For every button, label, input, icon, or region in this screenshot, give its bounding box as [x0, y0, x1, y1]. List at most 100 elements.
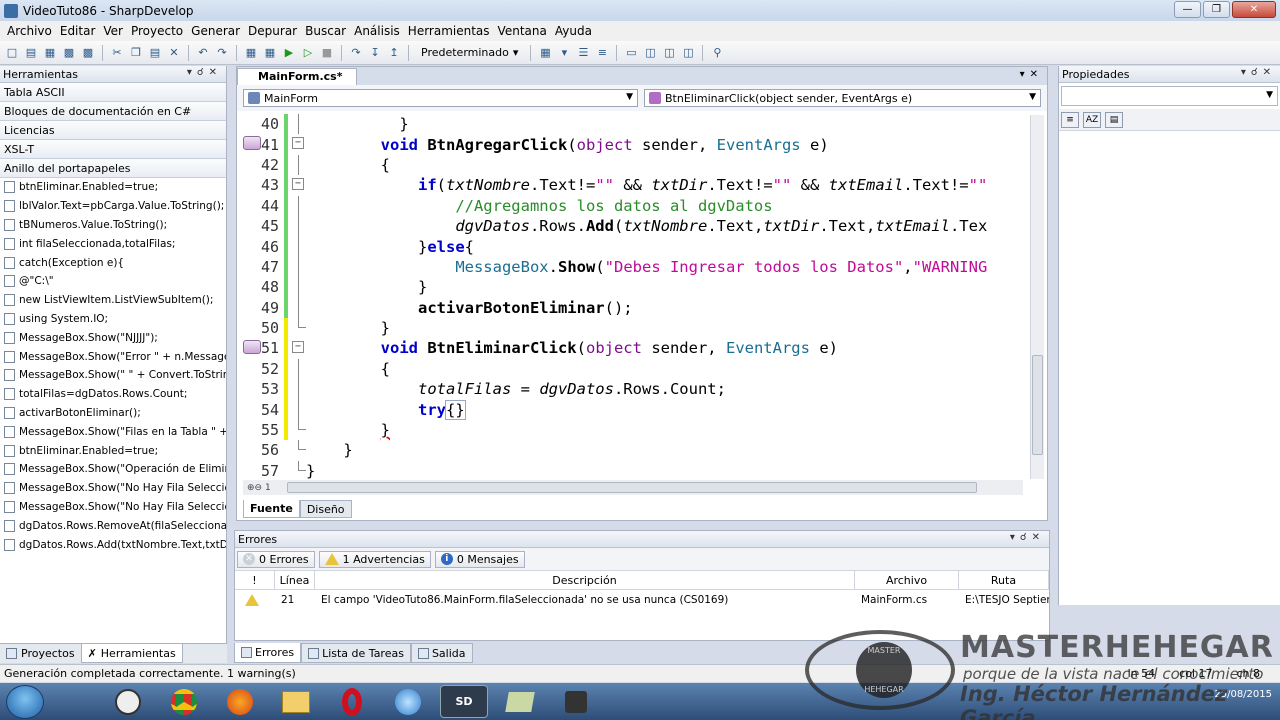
chevron-down-icon[interactable]: ▾	[556, 45, 572, 61]
run-icon[interactable]: ▶	[281, 45, 297, 61]
clipboard-item[interactable]: dgDatos.Rows.Add(txtNombre.Text,txtDir	[0, 535, 226, 554]
start-button[interactable]	[6, 684, 44, 719]
layout-icon[interactable]: ▦	[537, 45, 553, 61]
alphabetical-icon[interactable]: AZ	[1083, 111, 1101, 128]
window-layout-icon[interactable]: ◫	[680, 45, 696, 61]
new-file-icon[interactable]: □	[4, 45, 20, 61]
menu-editar[interactable]: Editar	[56, 24, 100, 38]
clipboard-item[interactable]: catch(Exception e){	[0, 253, 226, 272]
clipboard-item[interactable]: dgDatos.Rows.RemoveAt(filaSeleccionada	[0, 516, 226, 535]
indent-icon[interactable]: ≡	[594, 45, 610, 61]
tab-lista-de-tareas[interactable]: Lista de Tareas	[301, 643, 411, 663]
safari-icon[interactable]	[384, 685, 432, 718]
sharpdevelop-taskbar-button[interactable]: SD	[440, 685, 488, 718]
window-group-icon[interactable]: ◫	[661, 45, 677, 61]
filter-messages-button[interactable]: i0 Mensajes	[434, 550, 525, 568]
firefox-icon[interactable]	[216, 685, 264, 718]
save-all-icon[interactable]: ▩	[80, 45, 96, 61]
clipboard-item[interactable]: activarBotonEliminar();	[0, 404, 226, 423]
menu-generar[interactable]: Generar	[187, 24, 244, 38]
open-folder-icon[interactable]: ▤	[23, 45, 39, 61]
clipboard-item[interactable]: MessageBox.Show("No Hay Fila Seleccior	[0, 479, 226, 498]
menu-archivo[interactable]: Archivo	[3, 24, 56, 38]
clipboard-item[interactable]: new ListViewItem.ListViewSubItem();	[0, 291, 226, 310]
clipboard-item[interactable]: MessageBox.Show(" " + Convert.ToString	[0, 366, 226, 385]
document-controls[interactable]: ▾✕	[1020, 69, 1043, 80]
clipboard-item[interactable]: tBNumeros.Value.ToString();	[0, 216, 226, 235]
maximize-button[interactable]: ❐	[1203, 1, 1230, 18]
menu-proyecto[interactable]: Proyecto	[127, 24, 187, 38]
clipboard-item[interactable]: btnEliminar.Enabled=true;	[0, 178, 226, 197]
member-combo[interactable]: BtnEliminarClick(object sender, EventArg…	[644, 89, 1041, 107]
bookmark-icon[interactable]	[243, 340, 261, 355]
step-out-icon[interactable]: ↥	[386, 45, 402, 61]
menu-herramientas[interactable]: Herramientas	[404, 24, 494, 38]
clock-app-icon[interactable]	[104, 685, 152, 718]
build-icon[interactable]: ▦	[243, 45, 259, 61]
rebuild-icon[interactable]: ▦	[262, 45, 278, 61]
undo-icon[interactable]: ↶	[195, 45, 211, 61]
opera-icon[interactable]	[328, 685, 376, 718]
categorized-icon[interactable]: ≡	[1061, 111, 1079, 128]
tool-category[interactable]: Licencias	[0, 121, 226, 140]
paste-icon[interactable]: ▤	[147, 45, 163, 61]
zoom-control[interactable]: ⊕⊖ 1	[243, 483, 271, 493]
column-description[interactable]: Descripción	[315, 571, 855, 589]
stop-icon[interactable]: ■	[319, 45, 335, 61]
menu-depurar[interactable]: Depurar	[244, 24, 301, 38]
class-combo[interactable]: MainForm ▼	[243, 89, 638, 107]
minimize-button[interactable]: —	[1174, 1, 1201, 18]
window-icon[interactable]: ▭	[623, 45, 639, 61]
tab-mainform-cs[interactable]: MainForm.cs*	[237, 68, 358, 85]
filter-warnings-button[interactable]: 1 Advertencias	[318, 550, 431, 568]
clipboard-item[interactable]: int filaSeleccionada,totalFilas;	[0, 234, 226, 253]
clipboard-item[interactable]: using System.IO;	[0, 310, 226, 329]
panel-controls[interactable]: ▾☌✕	[1241, 67, 1276, 78]
property-pages-icon[interactable]: ▤	[1105, 111, 1123, 128]
tab-fuente[interactable]: Fuente	[243, 500, 300, 518]
redo-icon[interactable]: ↷	[214, 45, 230, 61]
find-icon[interactable]: ⚲	[709, 45, 725, 61]
menu-ayuda[interactable]: Ayuda	[551, 24, 596, 38]
run-without-debug-icon[interactable]: ▷	[300, 45, 316, 61]
code-area[interactable]: 40 } 41 − void BtnAgregarClick(object se…	[243, 114, 1023, 479]
column-path[interactable]: Ruta	[959, 571, 1049, 589]
scroll-thumb[interactable]	[287, 482, 977, 493]
clipboard-item[interactable]: totalFilas=dgDatos.Rows.Count;	[0, 385, 226, 404]
window-split-icon[interactable]: ◫	[642, 45, 658, 61]
menu-analisis[interactable]: Análisis	[350, 24, 404, 38]
clipboard-item[interactable]: MessageBox.Show("Filas en la Tabla " + t…	[0, 422, 226, 441]
object-selector[interactable]: ▼	[1061, 86, 1278, 106]
tool-category[interactable]: Anillo del portapapeles	[0, 159, 226, 178]
file-explorer-icon[interactable]	[272, 685, 320, 718]
delete-icon[interactable]: ✕	[166, 45, 182, 61]
panel-controls[interactable]: ▾☌✕	[187, 67, 222, 78]
video-camera-icon[interactable]	[552, 685, 600, 718]
tab-diseno[interactable]: Diseño	[299, 500, 352, 518]
horizontal-scrollbar[interactable]: ⊕⊖ 1	[243, 480, 1023, 495]
cut-icon[interactable]: ✂	[109, 45, 125, 61]
menu-ver[interactable]: Ver	[99, 24, 127, 38]
clipboard-item[interactable]: lblValor.Text=pbCarga.Value.ToString();	[0, 197, 226, 216]
close-button[interactable]: ✕	[1232, 1, 1276, 18]
scroll-thumb[interactable]	[1032, 355, 1043, 455]
tool-category[interactable]: Bloques de documentación en C#	[0, 102, 226, 121]
tab-herramientas[interactable]: ✗ Herramientas	[80, 644, 183, 663]
tab-proyectos[interactable]: Proyectos	[0, 644, 81, 663]
column-file[interactable]: Archivo	[855, 571, 959, 589]
step-over-icon[interactable]: ↷	[348, 45, 364, 61]
vertical-scrollbar[interactable]	[1030, 115, 1044, 479]
tab-errores[interactable]: Errores	[234, 643, 302, 663]
step-into-icon[interactable]: ↧	[367, 45, 383, 61]
bookmark-icon[interactable]	[243, 136, 261, 151]
column-severity[interactable]: !	[235, 571, 275, 589]
comment-icon[interactable]: ☰	[575, 45, 591, 61]
chrome-icon[interactable]	[160, 685, 208, 718]
configuration-combo[interactable]: Predeterminado ▾	[415, 46, 524, 59]
notes-icon[interactable]	[496, 685, 544, 718]
clipboard-item[interactable]: MessageBox.Show("NJJJJ");	[0, 328, 226, 347]
tab-salida[interactable]: Salida	[410, 643, 473, 663]
clipboard-item[interactable]: MessageBox.Show("No Hay Fila Seleccior	[0, 498, 226, 517]
menu-ventana[interactable]: Ventana	[494, 24, 551, 38]
copy-icon[interactable]: ❐	[128, 45, 144, 61]
